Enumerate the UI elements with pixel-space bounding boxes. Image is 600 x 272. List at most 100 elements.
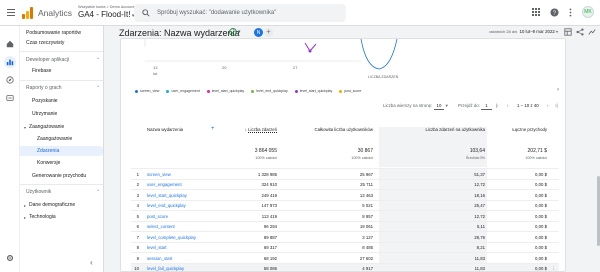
prev-page-button[interactable]: ‹ [507,103,508,108]
section-game-reports[interactable]: Raporty o grach ⌃ [20,83,103,92]
legend-item[interactable]: level_end_quickplay [251,89,288,93]
avatar[interactable]: MK [582,6,594,18]
sidebar-item-events[interactable]: Zdarzenia [20,146,103,156]
legend-item[interactable]: screen_view [135,89,159,93]
sidebar-item-label: Czas rzeczywisty [26,40,65,46]
event-name-link[interactable]: screen_view [147,172,171,177]
revenue-cell: 0,00 $ [535,171,547,177]
chevron-up-icon: ⌃ [96,188,100,194]
sidebar-item-acquisition[interactable]: Pozyskanie [20,96,103,106]
page-scrollbar[interactable] [596,26,600,272]
table-row[interactable]: 2 user_engagement 324 910 25 711 12,72 0,00 $ [131,178,559,189]
section-user[interactable]: Użytkownik ⌃ [20,187,103,196]
column-header-total-revenue[interactable]: Łączne przychody [491,127,547,132]
events-per-user-cell: 5,11 [476,224,485,229]
event-name-link[interactable]: level_start_quickplay [147,193,187,198]
sidebar-item-label: Technologia [29,214,56,220]
reports-icon[interactable] [4,56,16,68]
event-name-link[interactable]: session_start [147,256,172,261]
sidebar-item-conversions[interactable]: Konwersje [20,158,103,168]
customize-report-icon[interactable] [564,28,572,36]
sorted-column-shade [379,127,487,167]
report-sidebar: Podsumowanie raportów Czas rzeczywisty D… [20,26,104,272]
advertising-icon[interactable] [4,92,16,104]
row-index: 8 [136,245,139,250]
insights-icon[interactable] [588,28,596,36]
legend-item[interactable]: user_engagement [166,89,200,93]
row-index: 5 [136,213,139,219]
sidebar-item-demographics[interactable]: ▸ Dane demograficzne [20,200,103,210]
comparison-badge[interactable]: N [254,28,263,37]
sidebar-item-engagement[interactable]: ▾ Zaangażowanie [20,122,103,132]
table-row[interactable]: 3 level_start_quickplay 249 419 13 463 18,16… [131,189,559,200]
first-page-button[interactable]: |‹ [496,103,499,108]
chevron-down-icon[interactable]: ▾ [238,29,241,35]
scrollbar-thumb[interactable] [596,176,600,246]
add-comparison-icon[interactable]: + [264,28,273,37]
more-vert-icon[interactable]: ⋮ [551,266,555,271]
table-row[interactable]: 8 level_start 69 317 8 485 8,21 0,00 $ [131,241,559,252]
event-name-link[interactable]: level_end_quickplay [147,203,186,208]
total-sub-label: Średnia 0% [465,156,485,160]
column-header-events-per-user[interactable]: Liczba zdarzeń na użytkownika [381,127,485,132]
share-icon[interactable] [576,28,584,36]
rows-per-page-label: Liczba wierszy na stronę: [383,103,433,108]
next-page-button[interactable]: › [547,103,548,108]
goto-page[interactable]: Przejdź do: 1 [458,102,492,110]
event-name-link[interactable]: select_content [147,224,175,229]
event-name-link[interactable]: post_score [147,214,168,219]
event-name-link[interactable]: user_engagement [147,182,182,187]
explore-icon[interactable] [4,74,16,86]
event-name-link[interactable]: level_start [147,245,167,250]
sidebar-item-engagement-overview[interactable]: Zaangażowanie [20,134,103,144]
legend-item[interactable]: level_start_quickplay [294,89,332,93]
search-input[interactable]: Spróbuj wyszukać: "dodawanie użytkownika… [134,4,346,22]
table-row[interactable]: 4 level_end_quickplay 147 973 5 021 25,47 0,0… [131,199,559,210]
sidebar-item-reports-snapshot[interactable]: Podsumowanie raportów [20,28,103,38]
settings-icon[interactable] [4,252,16,264]
legend-item[interactable]: post_score [339,89,361,93]
table-row[interactable]: 6 select_content 96 294 19 061 5,11 0,00 $ [131,220,559,231]
home-icon[interactable] [4,38,16,50]
date-range-value: 10 lut–9 mar 2022 [519,29,555,34]
event-name-link[interactable]: level_fail_quickplay [147,266,184,271]
help-icon[interactable]: ? [550,7,559,17]
table-row[interactable]: 10 level_fail_quickplay 58 086 4 917 11,83 0,… [131,262,559,271]
table-row[interactable]: 7 level_complete_quickplay 89 887 3 127 28,7… [131,231,559,242]
date-range-picker[interactable]: ostatnich 28 dni 10 lut–9 mar 2022 ▾ [489,29,558,34]
sidebar-item-monetization[interactable]: Generowanie przychodu [20,171,103,181]
column-header-total-users[interactable]: Całkowita liczba użytkowników [281,127,373,132]
chevron-right-icon[interactable]: › [557,87,559,93]
column-header-label: Liczba zdarzeń [248,127,277,132]
chevron-down-icon: ▾ [445,103,448,108]
rows-per-page[interactable]: Liczba wierszy na stronę: 10 ▾ [383,102,448,110]
sidebar-item-retention[interactable]: Utrzymanie [20,109,103,119]
last-page-button[interactable]: ›| [555,103,558,108]
apps-grid-icon[interactable] [532,8,540,16]
events-per-user-cell: 28,76 [474,234,485,240]
event-name-link[interactable]: level_complete_quickplay [147,235,196,240]
legend-item[interactable]: level_start_quickplay [206,89,244,93]
report-header: Zdarzenia: Nazwa wydarzenia ▾ N + ostatn… [104,26,600,38]
add-dimension-icon[interactable]: + [211,126,215,132]
section-app-developer[interactable]: Deweloper aplikacji ⌃ [20,55,103,64]
sidebar-item-realtime[interactable]: Czas rzeczywisty [20,38,103,48]
collapse-sidebar-icon[interactable]: ‹ [90,258,93,267]
sidebar-item-technology[interactable]: ▸ Technologia [20,212,103,222]
more-vert-icon[interactable] [569,7,572,17]
total-event-count: 3 864 055 [254,148,277,154]
caret-right-icon: ▸ [24,214,27,220]
table-row[interactable]: 1 screen_view 1 328 985 25 967 51,37 0,00 $ [131,168,559,179]
event-count-chart: 13 lut 20 27 LICZBA ZDARZEŃ screen_view … [121,39,565,99]
check-circle-icon[interactable] [229,28,237,36]
caret-right-icon: ▸ [24,202,27,208]
table-row[interactable]: 5 post_score 113 419 8 957 12,72 0,00 $ [131,210,559,221]
column-header-event-count[interactable]: ↓ Liczba zdarzeń [231,127,277,132]
legend-swatch [135,89,138,93]
table-body: 1 screen_view 1 328 985 25 967 51,37 0,00 $ 2 u… [131,168,559,271]
chart-x-tick-sublabel: lut [153,71,158,76]
menu-icon[interactable] [0,9,20,16]
column-header-event-name[interactable]: Nazwa wydarzenia [147,127,183,132]
sidebar-item-firebase[interactable]: Firebase [20,66,103,76]
table-row[interactable]: 9 session_start 68 192 27 602 11,83 0,00 $ [131,252,559,263]
